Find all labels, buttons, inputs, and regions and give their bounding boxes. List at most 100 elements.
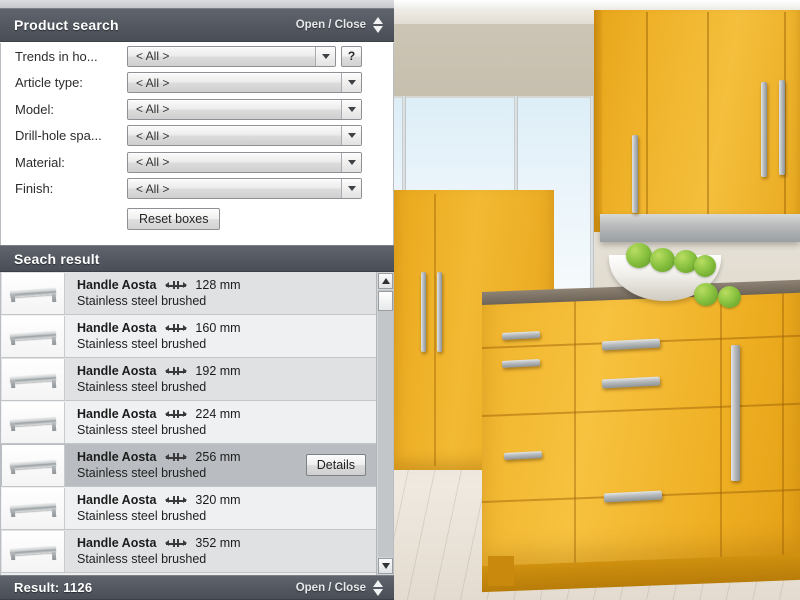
cabinet-handle [632,135,638,213]
result-info: Handle Aosta 160 mm Stainless steel brushe… [65,320,376,352]
chevron-down-icon[interactable] [315,46,335,66]
handle-thumbnail [2,444,65,486]
result-title: Handle Aosta 224 mm [77,406,376,422]
triangle-down-icon[interactable] [378,558,393,574]
search-result-header: Seach result [0,245,394,272]
result-info: Handle Aosta 224 mm Stainless steel brushe… [65,406,376,438]
search-result-title: Seach result [14,250,100,267]
header-toggle-group[interactable]: Open / Close [296,16,384,34]
product-finish: Stainless steel brushed [77,509,207,523]
details-button[interactable]: Details [305,454,366,476]
cabinet-handle [779,80,785,175]
open-close-label: Open / Close [295,581,366,594]
filter-select-drill-hole-spacing[interactable]: < All > [127,125,362,147]
result-title: Handle Aosta 128 mm [77,277,376,293]
up-down-arrows-icon[interactable] [373,16,384,34]
product-size: 160 mm [195,321,241,335]
filter-value-drill-hole-spacing: < All > [136,128,170,143]
result-info: Handle Aosta 352 mm Stainless steel brushe… [65,535,376,567]
table-row[interactable]: Handle Aosta 352 mm Stainless steel brushe… [1,530,376,573]
filter-select-article-type[interactable]: < All > [127,72,362,94]
filter-select-finish[interactable]: < All > [127,178,362,200]
result-title: Handle Aosta 352 mm [77,535,376,551]
table-row[interactable]: Handle Aosta 256 mm Stainless steel brushe… [1,444,376,487]
open-close-label: Open / Close [295,19,366,31]
chevron-down-icon[interactable] [341,152,361,172]
drawer-gap [482,402,800,417]
chevron-down-icon[interactable] [341,126,361,146]
table-row[interactable]: Handle Aosta 320 mm Stainless steel brushe… [1,487,376,530]
result-title: Handle Aosta 160 mm [77,320,376,336]
apple [718,286,741,308]
result-info: Handle Aosta 128 mm Stainless steel brushe… [65,277,376,309]
results-scrollbar[interactable] [376,272,393,575]
table-row[interactable]: Handle Aosta 224 mm Stainless steel brushe… [1,401,376,444]
cabinet-seam [574,301,576,564]
cabinet-handle [437,272,442,352]
dimension-arrows-icon [165,539,188,548]
apple [626,243,652,268]
filter-label-trends: Trends in ho... [15,48,98,64]
filter-select-trends[interactable]: < All > [127,45,336,67]
product-size: 192 mm [195,364,241,378]
filter-select-model[interactable]: < All > [127,98,362,120]
reset-boxes-button[interactable]: Reset boxes [127,208,221,230]
handle-thumbnail [2,401,65,443]
cabinet-seam [782,293,784,556]
table-row[interactable]: Handle Aosta 128 mm Stainless steel brushe… [1,272,376,315]
dimension-arrows-icon [165,324,188,333]
kitchen-3d-preview[interactable] [394,0,800,600]
search-result-list[interactable]: Handle Aosta 128 mm Stainless steel brushe… [0,272,394,575]
apple [694,283,718,306]
panel-top-strip [0,0,394,8]
cabinet-handle [761,82,767,177]
chevron-down-icon[interactable] [341,179,361,199]
wall-cabinet-run[interactable] [594,10,800,232]
dimension-arrows-icon [165,410,188,419]
result-title: Handle Aosta 192 mm [77,363,376,379]
triangle-up-icon[interactable] [378,273,393,289]
reset-row: Reset boxes [1,202,393,230]
dimension-arrows-icon [165,367,188,376]
up-down-arrows-icon[interactable] [373,579,384,597]
dimension-arrows-icon [165,281,188,290]
filter-label-drill-hole-spacing: Drill-hole spa... [15,128,102,144]
handle-thumbnail [2,315,65,357]
product-size: 320 mm [195,493,241,507]
filter-label-article-type: Article type: [15,75,83,91]
filter-value-article-type: < All > [136,75,170,90]
result-info: Handle Aosta 192 mm Stainless steel brushe… [65,363,376,395]
scrollbar-thumb[interactable] [378,291,393,311]
chevron-down-icon[interactable] [341,73,361,93]
product-size: 256 mm [195,450,241,464]
filter-select-material[interactable]: < All > [127,151,362,173]
cabinet-seam [646,12,648,230]
footer-toggle-group[interactable]: Open / Close [296,579,384,597]
filter-row-model: Model: < All > [1,96,393,123]
product-name: Handle Aosta [77,493,157,507]
table-row[interactable]: Handle Aosta 192 mm Stainless steel brushe… [1,358,376,401]
help-button[interactable]: ? [341,45,362,67]
result-title: Handle Aosta 320 mm [77,492,376,508]
filter-row-trends: Trends in ho... < All > ? [1,43,393,70]
product-finish: Stainless steel brushed [77,294,207,308]
product-finish: Stainless steel brushed [77,337,207,351]
handle-thumbnail [2,487,65,529]
toe-kick [488,556,514,586]
product-search-header[interactable]: Product search Open / Close [0,8,394,42]
filter-value-finish: < All > [136,181,170,196]
cabinet-seam [707,12,709,230]
filter-value-trends: < All > [136,49,170,64]
filter-label-material: Material: [15,154,65,170]
filter-row-drill-hole-spacing: Drill-hole spa... < All > [1,123,393,150]
filter-value-material: < All > [136,155,170,170]
application-window: Product search Open / Close Trends in ho… [0,0,800,600]
result-footer[interactable]: Result: 1126 Open / Close [0,575,394,600]
product-size: 352 mm [195,536,241,550]
chevron-down-icon[interactable] [341,99,361,119]
table-row[interactable]: Handle Aosta 160 mm Stainless steel brushe… [1,315,376,358]
scrollbar-track[interactable] [378,290,393,557]
wall-cabinet-side-panel [594,10,602,232]
page-title: Product search [14,17,119,33]
cabinet-handle [731,345,740,481]
